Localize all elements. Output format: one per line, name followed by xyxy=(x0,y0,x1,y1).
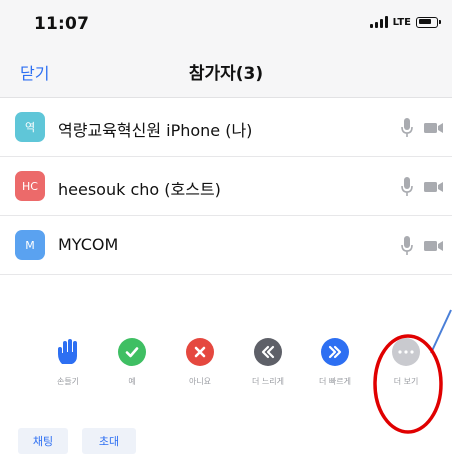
video-camera-icon[interactable] xyxy=(424,239,444,253)
participant-name: MYCOM xyxy=(58,235,119,254)
reaction-label: 더 보기 xyxy=(393,377,419,386)
reaction-label: 아니요 xyxy=(188,377,212,386)
microphone-icon[interactable] xyxy=(400,235,414,257)
chat-label: 채팅 xyxy=(32,435,54,448)
invite-button[interactable]: 초대 xyxy=(82,428,136,454)
yes-button[interactable]: 예 xyxy=(102,338,162,398)
battery-icon xyxy=(416,16,441,28)
invite-label: 초대 xyxy=(98,435,120,448)
video-camera-icon[interactable] xyxy=(424,180,444,194)
reaction-label: 손들기 xyxy=(56,377,80,386)
reaction-label: 더 느리게 xyxy=(252,377,284,386)
bottom-actions: 채팅 초대 xyxy=(0,428,452,459)
status-indicators: LTE xyxy=(369,16,441,28)
microphone-icon[interactable] xyxy=(400,176,414,198)
no-button[interactable]: 아니요 xyxy=(170,338,230,398)
more-icon xyxy=(392,338,420,366)
check-icon xyxy=(118,338,146,366)
participant-name: 역량교육혁신원 iPhone (나) xyxy=(58,121,253,140)
participant-row[interactable]: 역 역량교육혁신원 iPhone (나) xyxy=(0,98,452,157)
nav-bar: 닫기 참가자(3) xyxy=(0,44,452,98)
reaction-label: 예 xyxy=(128,377,136,386)
slower-button[interactable]: 더 느리게 xyxy=(238,338,298,398)
participant-row[interactable]: HC heesouk cho (호스트) xyxy=(0,157,452,216)
avatar: 역 xyxy=(15,112,45,142)
avatar-text: 역 xyxy=(24,121,36,134)
faster-icon xyxy=(321,338,349,366)
slower-icon xyxy=(254,338,282,366)
reaction-bar: 손들기 예 아니요 더 느리게 더 빠르게 더 보기 xyxy=(0,338,452,398)
reaction-label: 더 빠르게 xyxy=(319,377,351,386)
participant-row[interactable]: M MYCOM xyxy=(0,216,452,275)
avatar-text: M xyxy=(25,238,35,252)
status-time: 11:07 xyxy=(34,14,90,34)
video-camera-icon[interactable] xyxy=(424,121,444,135)
raise-hand-button[interactable]: 손들기 xyxy=(38,338,98,398)
status-bar: 11:07 LTE xyxy=(0,0,452,44)
avatar-text: HC xyxy=(22,179,38,193)
avatar: HC xyxy=(15,171,45,201)
microphone-icon[interactable] xyxy=(400,117,414,139)
page-title: 참가자(3) xyxy=(188,64,264,84)
raise-hand-icon xyxy=(54,338,82,366)
faster-button[interactable]: 더 빠르게 xyxy=(305,338,365,398)
participant-name: heesouk cho (호스트) xyxy=(58,180,221,199)
more-button[interactable]: 더 보기 xyxy=(376,338,436,398)
x-icon xyxy=(186,338,214,366)
network-type: LTE xyxy=(392,16,411,28)
participant-list: 역 역량교육혁신원 iPhone (나) HC heesouk cho (호스트… xyxy=(0,98,452,275)
avatar: M xyxy=(15,230,45,260)
signal-icon xyxy=(369,16,388,28)
chat-button[interactable]: 채팅 xyxy=(18,428,68,454)
